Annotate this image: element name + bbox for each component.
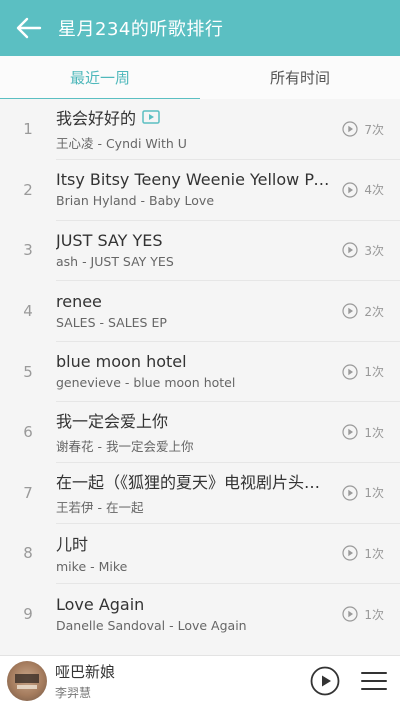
song-rank: 2 xyxy=(23,180,33,199)
play-count-text: 1次 xyxy=(364,607,384,622)
playlist-button[interactable] xyxy=(360,670,388,692)
play-count-text: 2次 xyxy=(364,304,384,319)
playlist-menu-icon xyxy=(361,671,387,690)
play-count-text: 1次 xyxy=(364,546,384,561)
song-artist: 王心凌 - Cyndi With U xyxy=(56,136,187,152)
play-count-icon xyxy=(342,545,358,562)
song-row[interactable]: 7 在一起（《狐狸的夏天》电视剧片头曲） 王若伊 - 在一起 1次 xyxy=(0,463,400,524)
play-count: 1次 xyxy=(342,402,384,463)
back-button[interactable] xyxy=(0,0,58,56)
song-title-line: 在一起（《狐狸的夏天》电视剧片头曲） xyxy=(56,469,334,493)
mini-player[interactable]: 哑巴新娘 李羿慧 xyxy=(0,655,400,705)
play-count-icon xyxy=(342,182,358,198)
play-count-icon xyxy=(342,424,358,440)
song-ranking-list: 1 我会好好的王心凌 - Cyndi With U 7次 2 Itsy Bitsy Te… xyxy=(0,99,400,655)
song-row[interactable]: 6 我一定会爱上你谢春花 - 我一定会爱上你 1次 xyxy=(0,402,400,464)
play-count-text: 4次 xyxy=(364,183,384,198)
song-rank: 6 xyxy=(23,423,33,442)
tab-recent-week[interactable]: 最近一周 xyxy=(0,56,200,100)
play-count-text: 7次 xyxy=(364,122,384,137)
play-button[interactable] xyxy=(310,666,340,696)
play-count-text: 1次 xyxy=(364,425,384,440)
app-header: 星月234的听歌排行 xyxy=(0,0,400,56)
play-count: 1次 xyxy=(342,463,384,524)
arrow-left-icon xyxy=(16,17,42,39)
song-title: Itsy Bitsy Teeny Weenie Yellow Polka Dot… xyxy=(56,170,334,190)
song-row[interactable]: 1 我会好好的王心凌 - Cyndi With U 7次 xyxy=(0,99,400,161)
now-playing-title: 哑巴新娘 xyxy=(55,662,116,681)
song-title-line: JUST SAY YES xyxy=(56,231,334,250)
song-title: 儿时 xyxy=(56,535,89,555)
play-count: 1次 xyxy=(342,523,384,584)
play-count-icon xyxy=(342,303,358,319)
mv-icon[interactable] xyxy=(142,110,160,125)
song-title-line: blue moon hotel xyxy=(56,352,334,371)
song-artist: Danelle Sandoval - Love Again xyxy=(56,618,247,634)
play-count-text: 1次 xyxy=(364,365,384,380)
song-title: JUST SAY YES xyxy=(56,230,163,250)
song-row[interactable]: 3 JUST SAY YES ash - JUST SAY YES 3次 xyxy=(0,220,400,282)
song-row[interactable]: 8 儿时 mike - Mike 1次 xyxy=(0,523,400,585)
song-title: 我会好好的 xyxy=(56,109,137,129)
play-count-text: 1次 xyxy=(364,486,384,501)
song-title: blue moon hotel xyxy=(56,352,187,372)
song-artist: mike - Mike xyxy=(56,559,128,575)
song-rank: 1 xyxy=(23,120,33,139)
play-count-icon xyxy=(342,485,358,501)
song-rank: 9 xyxy=(23,605,33,624)
song-rank: 4 xyxy=(23,302,33,321)
play-count: 1次 xyxy=(342,584,384,645)
page-title: 星月234的听歌排行 xyxy=(58,19,224,40)
song-title-line: renee xyxy=(56,292,334,311)
song-title-line: Love Again xyxy=(56,595,334,614)
play-count: 3次 xyxy=(342,220,384,281)
tab-all-time[interactable]: 所有时间 xyxy=(200,56,400,99)
song-artist: Brian Hyland - Baby Love xyxy=(56,193,215,209)
now-playing-info[interactable]: 哑巴新娘 李羿慧 xyxy=(55,661,310,701)
song-row[interactable]: 4 renee SALES - SALES EP 2次 xyxy=(0,281,400,342)
song-title-line: Itsy Bitsy Teeny Weenie Yellow Polka Dot… xyxy=(56,170,334,189)
play-count: 2次 xyxy=(342,281,384,342)
song-artist: 王若伊 - 在一起 xyxy=(56,499,144,515)
song-title: renee xyxy=(56,291,102,311)
play-count-icon xyxy=(342,121,358,137)
song-artist: genevieve - blue moon hotel xyxy=(56,375,236,391)
song-artist: ash - JUST SAY YES xyxy=(56,253,174,269)
play-count-icon xyxy=(342,364,358,380)
song-title-line: 我一定会爱上你 xyxy=(56,408,334,432)
play-count: 4次 xyxy=(342,160,384,221)
play-circle-icon xyxy=(310,666,340,695)
song-row[interactable]: 9 Love Again Danelle Sandoval - Love Again… xyxy=(0,584,400,645)
song-title: Love Again xyxy=(56,595,145,615)
song-artist: SALES - SALES EP xyxy=(56,314,167,330)
song-rank: 7 xyxy=(23,483,33,502)
play-count: 1次 xyxy=(342,341,384,402)
song-rank: 3 xyxy=(23,241,33,260)
play-count-icon xyxy=(342,242,358,259)
song-row[interactable]: 5 blue moon hotel genevieve - blue moon ho… xyxy=(0,341,400,403)
song-artist: 谢春花 - 我一定会爱上你 xyxy=(56,439,194,455)
play-count-text: 3次 xyxy=(364,243,384,258)
play-count-icon xyxy=(342,606,358,622)
song-rank: 8 xyxy=(23,544,33,563)
song-title-line: 儿时 xyxy=(56,531,334,555)
tab-bar: 最近一周 所有时间 xyxy=(0,56,400,100)
song-rank: 5 xyxy=(23,362,33,381)
song-title-line: 我会好好的 xyxy=(56,105,334,129)
album-cover[interactable] xyxy=(7,660,47,701)
song-row[interactable]: 2 Itsy Bitsy Teeny Weenie Yellow Polka Do… xyxy=(0,160,400,221)
now-playing-artist: 李羿慧 xyxy=(55,685,92,700)
song-title: 我一定会爱上你 xyxy=(56,412,169,432)
song-title: 在一起（《狐狸的夏天》电视剧片头曲） xyxy=(56,472,334,492)
play-count: 7次 xyxy=(342,99,384,160)
